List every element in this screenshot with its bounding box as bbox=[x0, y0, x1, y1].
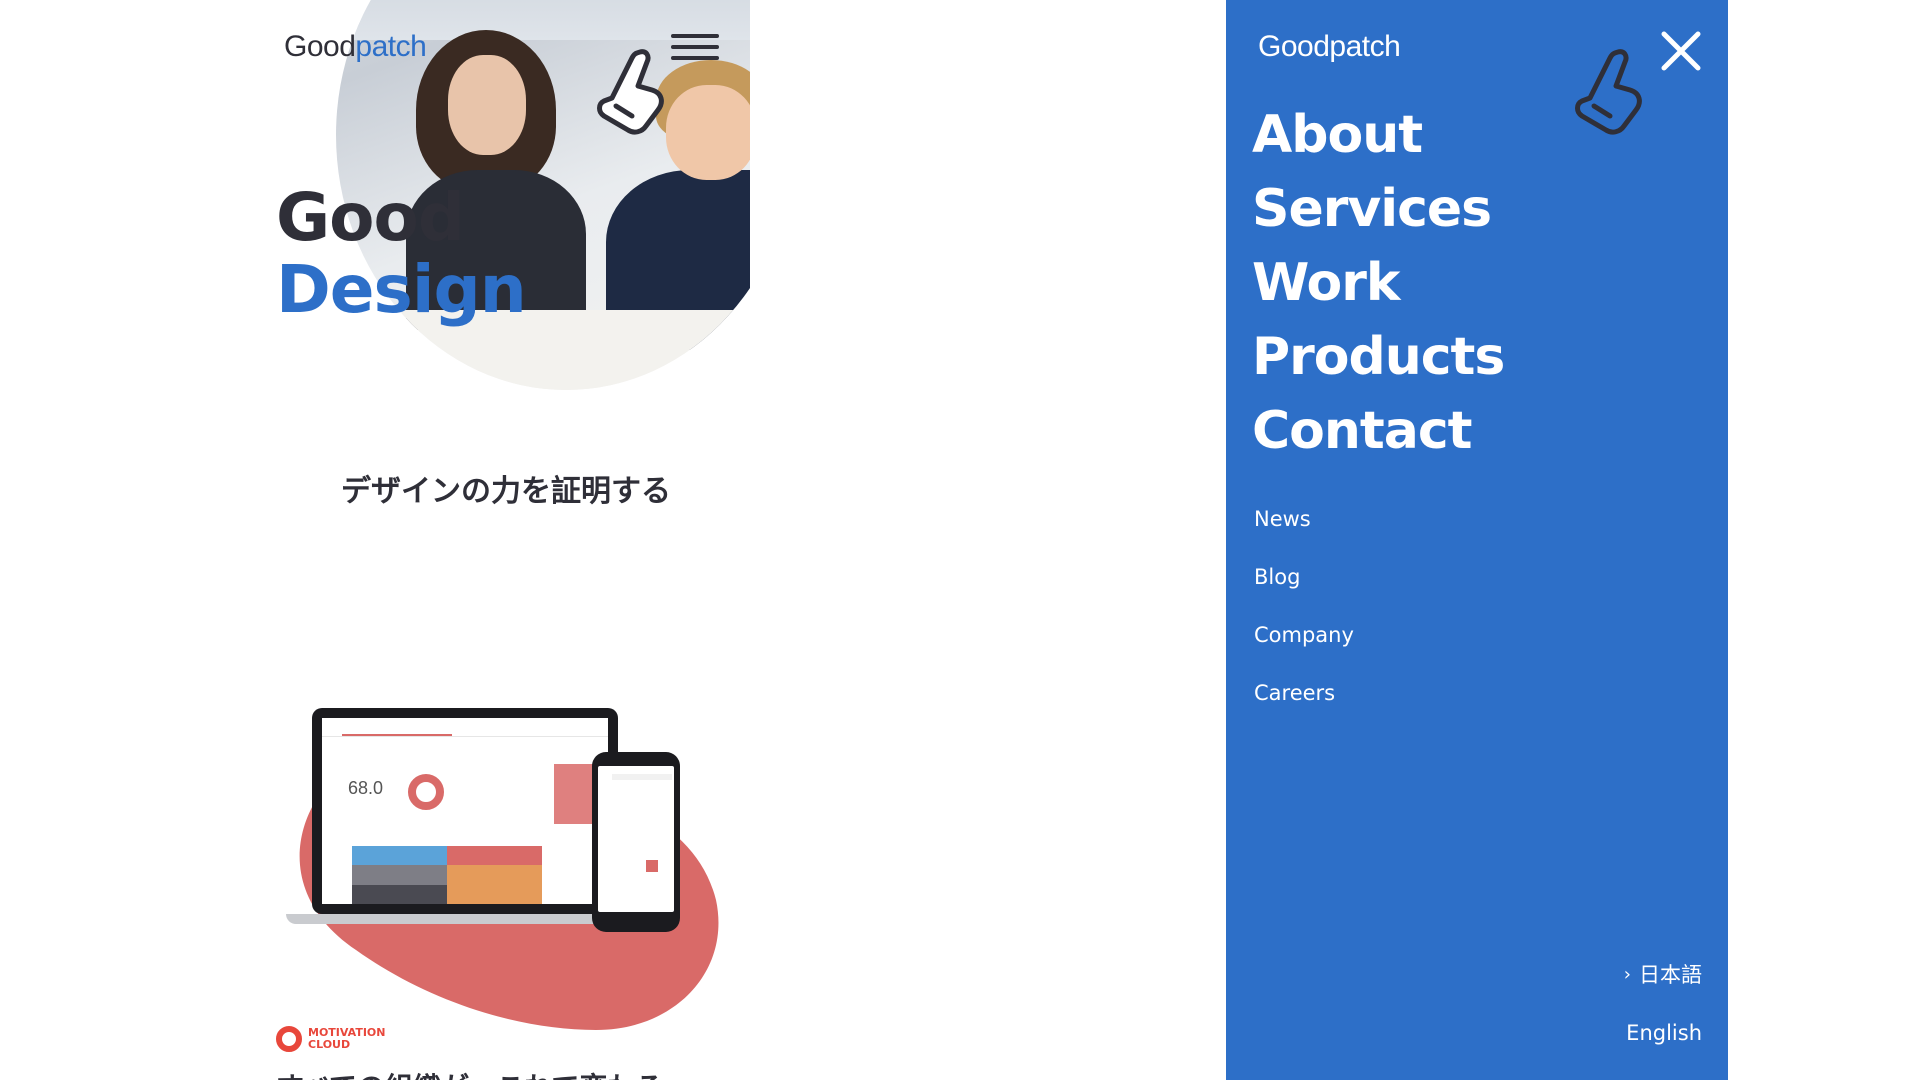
nav-item-blog[interactable]: Blog bbox=[1254, 548, 1354, 606]
chevron-right-icon: › bbox=[1623, 964, 1631, 985]
secondary-nav: News Blog Company Careers bbox=[1254, 490, 1354, 722]
score-grid bbox=[352, 846, 542, 904]
language-japanese[interactable]: › 日本語 bbox=[1624, 946, 1702, 1004]
main-nav: About Services Work Products Contact bbox=[1252, 98, 1505, 468]
language-switcher: › 日本語 English bbox=[1624, 946, 1702, 1062]
nav-item-contact[interactable]: Contact bbox=[1252, 394, 1504, 468]
pointer-hand-icon bbox=[597, 49, 664, 135]
mobile-home-screen: Goodpatch Good Design デザインの力を証明する 68.0 M… bbox=[276, 0, 750, 1080]
motivation-cloud-ring-icon bbox=[276, 1026, 302, 1052]
laptop-mockup: 68.0 bbox=[286, 708, 646, 930]
phone-mockup bbox=[592, 752, 680, 932]
nav-item-products[interactable]: Products bbox=[1252, 320, 1505, 394]
engagement-score: 68.0 bbox=[348, 778, 384, 798]
nav-item-news[interactable]: News bbox=[1254, 490, 1354, 548]
pointer-hand-icon bbox=[1575, 49, 1642, 135]
headline-design: Design bbox=[276, 251, 527, 328]
nav-item-work[interactable]: Work bbox=[1252, 246, 1504, 320]
nav-item-careers[interactable]: Careers bbox=[1254, 664, 1354, 722]
headline-good: Good bbox=[276, 179, 465, 256]
product-caption: すべての組織が、これで変わる bbox=[276, 1066, 664, 1080]
tagline: デザインの力を証明する bbox=[341, 474, 671, 509]
nav-item-about[interactable]: About bbox=[1252, 98, 1504, 172]
goodpatch-logo[interactable]: Goodpatch bbox=[1258, 30, 1401, 64]
donut-chart bbox=[408, 774, 444, 810]
close-icon[interactable] bbox=[1658, 28, 1704, 74]
nav-item-services[interactable]: Services bbox=[1252, 172, 1504, 246]
goodpatch-logo[interactable]: Goodpatch bbox=[284, 30, 427, 64]
hamburger-menu-icon[interactable] bbox=[671, 34, 719, 66]
hero-headline: Good Design bbox=[276, 179, 527, 328]
language-english[interactable]: English bbox=[1624, 1004, 1702, 1062]
nav-item-company[interactable]: Company bbox=[1254, 606, 1354, 664]
motivation-cloud-logo: MOTIVATION CLOUD bbox=[276, 1026, 398, 1052]
navigation-menu-panel: Goodpatch About Services Work Products C… bbox=[1226, 0, 1728, 1080]
